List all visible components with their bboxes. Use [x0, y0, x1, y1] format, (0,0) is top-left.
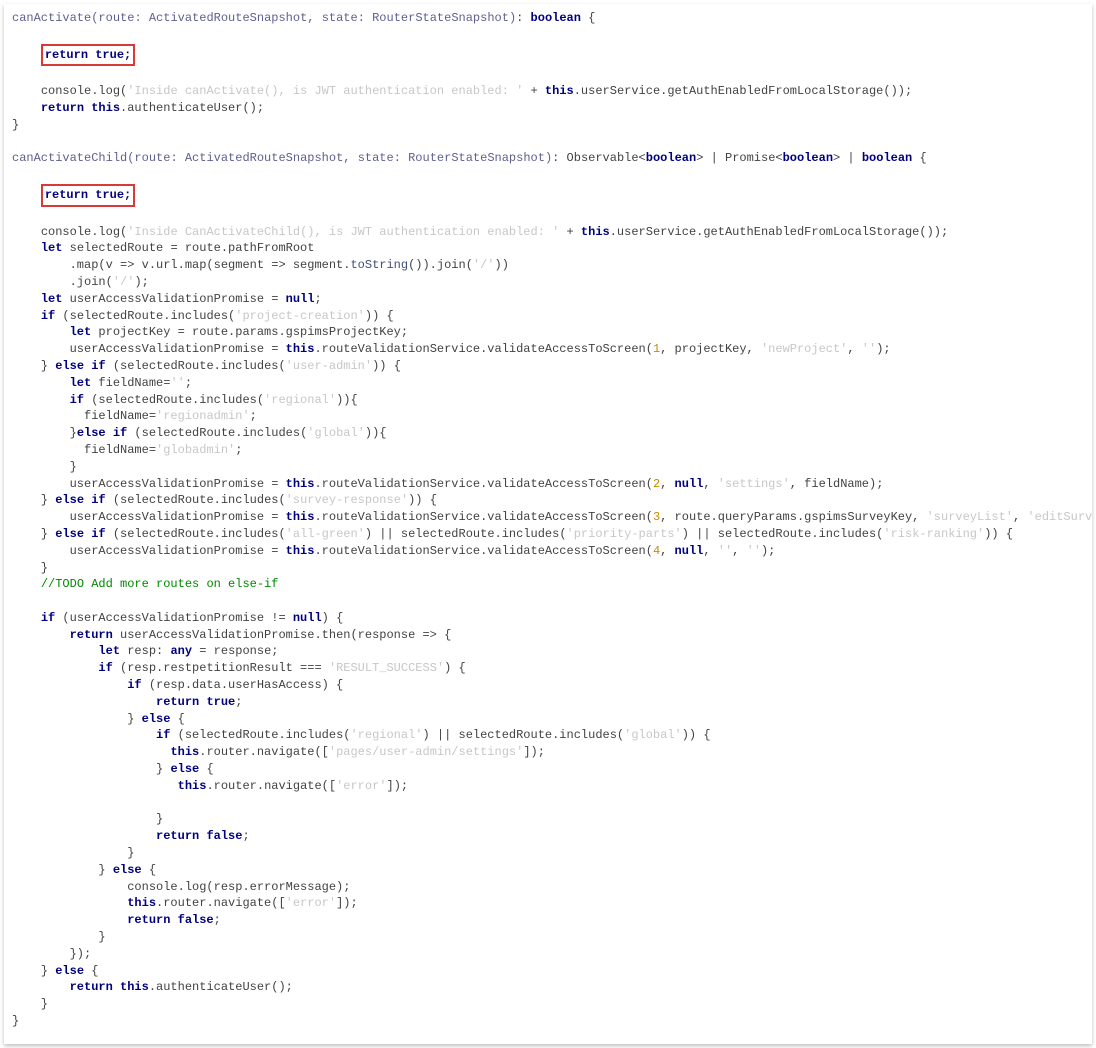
code-block: canActivate(route: ActivatedRouteSnapsho… [4, 4, 1092, 1044]
fn-name-2: canActivateChild [12, 151, 127, 165]
highlight-return-true-2: return true; [41, 184, 135, 207]
highlight-return-true-1: return true; [41, 44, 135, 67]
fn-name-1: canActivate [12, 11, 91, 25]
todo-comment: //TODO Add more routes on else-if [41, 577, 279, 591]
